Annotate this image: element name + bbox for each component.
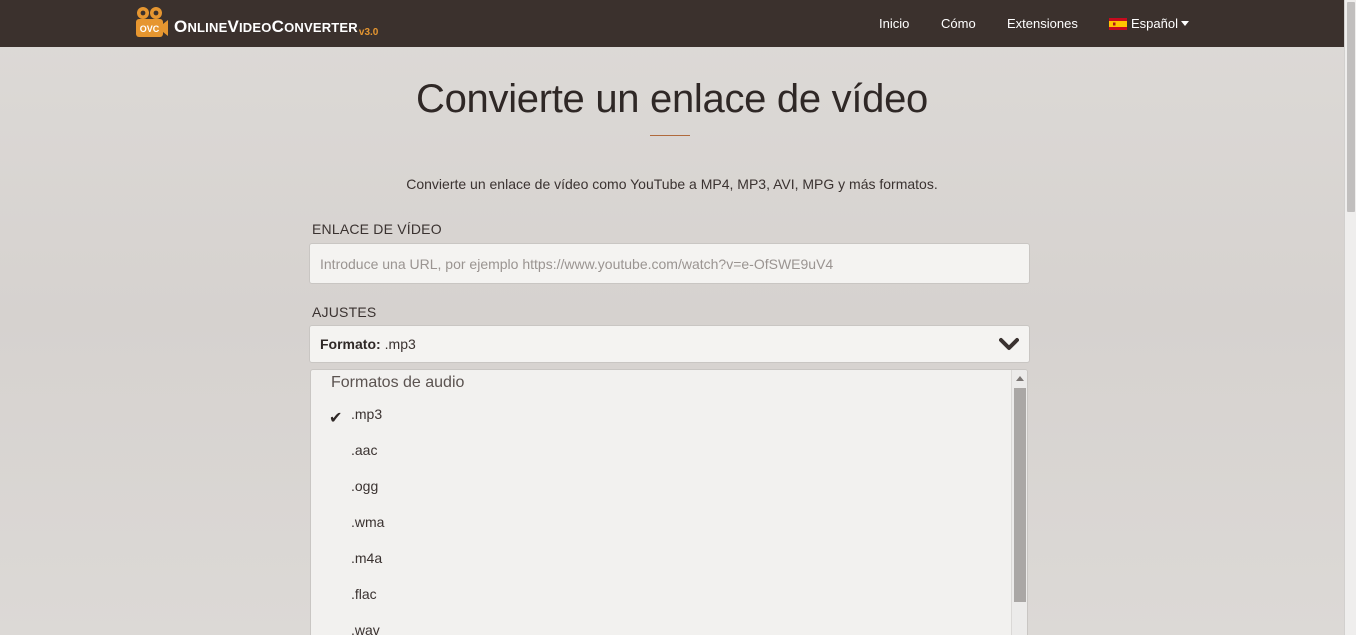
format-option-m4a[interactable]: .m4a <box>351 550 382 566</box>
audio-formats-group-header: Formatos de audio <box>331 374 465 391</box>
nav-extensions-link[interactable]: Extensiones <box>1007 16 1078 31</box>
nav-home-link[interactable]: Inicio <box>879 16 909 31</box>
format-option-flac[interactable]: .flac <box>351 586 377 602</box>
page-scroll-thumb[interactable] <box>1347 2 1355 212</box>
svg-text:OVC: OVC <box>140 24 160 34</box>
format-dropdown-list: Formatos de audio ✔ .mp3 .aac .ogg .wma … <box>310 369 1028 635</box>
brand-link[interactable]: OVC ONLINEVIDEOCONVERTER v3.0 <box>134 5 378 41</box>
page-subtitle: Convierte un enlace de vídeo como YouTub… <box>406 176 938 192</box>
chevron-down-icon <box>999 336 1019 352</box>
video-link-label: ENLACE DE VÍDEO <box>312 221 442 237</box>
settings-label: AJUSTES <box>312 304 377 320</box>
title-divider <box>650 135 690 136</box>
brand-version: v3.0 <box>358 27 379 38</box>
check-icon: ✔ <box>329 410 343 427</box>
language-label: Español <box>1131 16 1178 31</box>
page: OVC ONLINEVIDEOCONVERTER v3.0 Inicio Cóm… <box>0 0 1356 635</box>
navbar: OVC ONLINEVIDEOCONVERTER v3.0 Inicio Cóm… <box>0 0 1344 47</box>
page-scrollbar[interactable] <box>1344 0 1356 635</box>
spain-flag-icon <box>1109 17 1127 30</box>
video-url-input[interactable] <box>309 243 1030 284</box>
format-option-aac[interactable]: .aac <box>351 442 377 458</box>
format-select[interactable]: Formato: .mp3 <box>309 325 1030 363</box>
ovc-logo-icon: OVC <box>134 5 168 39</box>
format-select-value: .mp3 <box>384 336 416 352</box>
format-option-mp3[interactable]: .mp3 <box>351 406 382 422</box>
brand-name: ONLINEVIDEOCONVERTER <box>174 17 358 36</box>
page-title: Convierte un enlace de vídeo <box>416 77 928 121</box>
language-dropdown[interactable]: Español <box>1109 16 1189 31</box>
dropdown-scroll-thumb[interactable] <box>1014 388 1026 602</box>
format-option-wav[interactable]: .wav <box>351 622 380 635</box>
nav-how-link[interactable]: Cómo <box>941 16 976 31</box>
caret-down-icon <box>1180 21 1189 26</box>
format-select-key: Formato: <box>320 336 381 352</box>
scroll-up-arrow-icon[interactable] <box>1016 376 1024 381</box>
format-option-ogg[interactable]: .ogg <box>351 478 378 494</box>
dropdown-scrollbar[interactable] <box>1011 370 1027 635</box>
format-option-wma[interactable]: .wma <box>351 514 384 530</box>
